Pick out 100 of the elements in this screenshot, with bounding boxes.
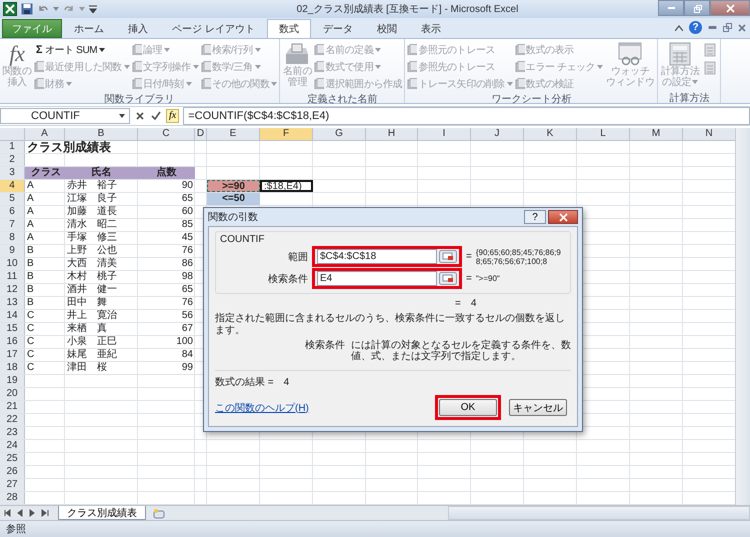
- horizontal-scrollbar[interactable]: [448, 506, 750, 520]
- formula-result: 数式の結果 = 4: [215, 376, 290, 389]
- collapse-ribbon-icon[interactable]: [675, 24, 683, 30]
- row-header[interactable]: 18: [0, 362, 25, 374]
- ribbon-tab[interactable]: 挿入: [116, 19, 160, 38]
- column-header[interactable]: E: [207, 128, 260, 141]
- row-header[interactable]: 5: [0, 193, 25, 205]
- column-header[interactable]: H: [366, 128, 418, 141]
- new-sheet-icon[interactable]: [152, 508, 166, 518]
- dialog-button[interactable]: OK: [439, 399, 497, 416]
- table-cell-text: A: [26, 206, 35, 218]
- column-header[interactable]: F: [260, 128, 313, 141]
- row-header[interactable]: 24: [0, 440, 25, 452]
- row-header[interactable]: 14: [0, 310, 25, 322]
- column-header[interactable]: B: [65, 128, 138, 141]
- document-icon: [514, 78, 525, 89]
- row-header[interactable]: 13: [0, 297, 25, 309]
- column-header[interactable]: M: [630, 128, 683, 141]
- row-header[interactable]: 2: [0, 154, 25, 166]
- column-header[interactable]: C: [138, 128, 195, 141]
- table-cell-text: 小泉 正巳: [66, 336, 118, 348]
- row-header[interactable]: 11: [0, 271, 25, 283]
- ribbon-tab[interactable]: データ: [310, 19, 365, 38]
- row-header[interactable]: 8: [0, 232, 25, 244]
- row-header[interactable]: 12: [0, 284, 25, 296]
- table-cell-text: B: [26, 284, 35, 296]
- caret-icon[interactable]: [79, 7, 85, 11]
- ribbon-tab[interactable]: 校閲: [364, 19, 409, 38]
- vertical-scrollbar[interactable]: [735, 128, 750, 505]
- cancel-icon[interactable]: [134, 110, 146, 122]
- restore-button[interactable]: [684, 0, 710, 16]
- table-cell-text: A: [26, 232, 35, 244]
- row-header[interactable]: 6: [0, 206, 25, 218]
- ribbon-button[interactable]: Σ オート SUM: [33, 41, 131, 58]
- row-header[interactable]: 26: [0, 466, 25, 478]
- row-header[interactable]: 10: [0, 258, 25, 270]
- column-header[interactable]: L: [577, 128, 630, 141]
- row-header[interactable]: 28: [0, 492, 25, 504]
- sheet-tab[interactable]: クラス別成績表: [58, 506, 146, 520]
- column-header[interactable]: G: [313, 128, 366, 141]
- active-cell[interactable]: :$18,E4): [260, 180, 313, 192]
- row-header[interactable]: 20: [0, 388, 25, 400]
- row-header[interactable]: 23: [0, 427, 25, 439]
- row-header[interactable]: 22: [0, 414, 25, 426]
- close-icon: [558, 212, 568, 222]
- ribbon-tab[interactable]: 表示: [408, 19, 453, 38]
- customize-icon[interactable]: [89, 5, 97, 13]
- argument-help-text: には計算の対象となるセルを定義する条件を、数値、式、または文字列で指定します。: [351, 340, 571, 362]
- table-cell-text: 酒井 健一: [66, 284, 118, 296]
- argument-field[interactable]: E4: [317, 271, 437, 286]
- restore-icon[interactable]: [723, 23, 732, 32]
- row-header[interactable]: 7: [0, 219, 25, 231]
- row-header[interactable]: 16: [0, 336, 25, 348]
- ribbon-tab[interactable]: 数式: [266, 19, 311, 38]
- row-header[interactable]: 4: [0, 180, 25, 192]
- save-icon[interactable]: [21, 3, 33, 15]
- row-header[interactable]: 9: [0, 245, 25, 257]
- table-cell-text: C: [26, 349, 36, 361]
- column-header[interactable]: N: [683, 128, 736, 141]
- table-cell-text: 98: [180, 271, 194, 283]
- help-button[interactable]: ?: [689, 21, 702, 34]
- caret-icon[interactable]: [53, 7, 59, 11]
- minimize-icon[interactable]: [708, 23, 717, 32]
- column-header[interactable]: I: [418, 128, 471, 141]
- dialog-button[interactable]: キャンセル: [509, 399, 567, 416]
- table-cell-text: A: [26, 180, 35, 192]
- row-header[interactable]: 25: [0, 453, 25, 465]
- insert-function-button[interactable]: fx: [166, 109, 180, 123]
- table-cell-text: C: [26, 310, 36, 322]
- row-header[interactable]: 17: [0, 349, 25, 361]
- check-icon[interactable]: [150, 110, 162, 122]
- row-header[interactable]: 27: [0, 479, 25, 491]
- close-icon[interactable]: [738, 24, 746, 32]
- range-select-icon[interactable]: [439, 272, 457, 285]
- help-button[interactable]: ?: [524, 210, 546, 224]
- column-header[interactable]: K: [524, 128, 577, 141]
- table-cell-text: 60: [180, 206, 194, 218]
- minimize-button[interactable]: [658, 0, 684, 16]
- spreadsheet-icon[interactable]: [3, 2, 17, 16]
- close-button[interactable]: [710, 0, 750, 16]
- row-header[interactable]: 21: [0, 401, 25, 413]
- help-link[interactable]: この関数のヘルプ(H): [215, 400, 309, 414]
- document-icon: [200, 61, 211, 72]
- range-select-icon[interactable]: [439, 250, 457, 263]
- close-button[interactable]: [548, 210, 578, 224]
- name-box[interactable]: COUNTIF: [0, 108, 130, 124]
- column-header[interactable]: D: [195, 128, 207, 141]
- row-header[interactable]: 3: [0, 167, 25, 179]
- ribbon-tab[interactable]: ページ レイアウト: [160, 19, 267, 38]
- row-header[interactable]: 1: [0, 141, 25, 153]
- column-header[interactable]: A: [25, 128, 65, 141]
- ribbon-tab[interactable]: ホーム: [62, 19, 116, 38]
- row-header[interactable]: 15: [0, 323, 25, 335]
- document-icon: [132, 44, 142, 55]
- row-header[interactable]: 19: [0, 375, 25, 387]
- document-icon: [132, 61, 142, 72]
- column-header[interactable]: J: [471, 128, 524, 141]
- argument-field[interactable]: $C$4:$C$18: [317, 249, 437, 264]
- formula-field[interactable]: =COUNTIF($C$4:$C$18,E4): [183, 107, 750, 125]
- table-cell-text: 86: [180, 258, 194, 270]
